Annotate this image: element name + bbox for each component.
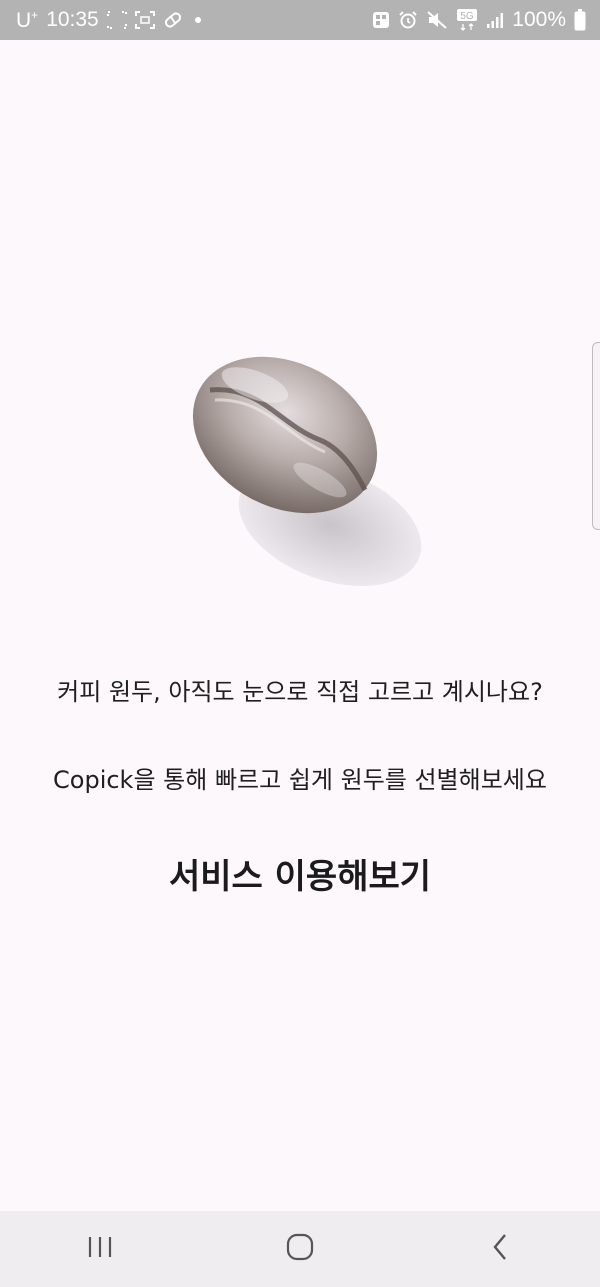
back-icon [491, 1233, 509, 1265]
signal-icon [486, 11, 504, 29]
status-bar-right: 5G 100% [372, 8, 586, 32]
edge-panel-handle[interactable] [592, 342, 600, 530]
start-service-button[interactable]: 서비스 이용해보기 [100, 843, 500, 903]
navigation-bar [0, 1211, 600, 1287]
home-icon [286, 1233, 314, 1265]
network-label: 5G [461, 11, 475, 22]
back-button[interactable] [460, 1219, 540, 1279]
recent-apps-icon [87, 1235, 113, 1263]
alarm-icon [398, 10, 418, 30]
intro-line-2: Copick을 통해 빠르고 쉽게 원두를 선별해보세요 [53, 766, 547, 794]
5g-icon: 5G [456, 8, 478, 32]
intro-line-1: 커피 원두, 아직도 눈으로 직접 고르고 계시나요? [57, 678, 543, 706]
battery-percentage: 100% [512, 8, 566, 31]
status-bar-left: U+ 10:35 [16, 8, 201, 33]
carrier-sup: + [31, 7, 39, 22]
recent-apps-button[interactable] [60, 1219, 140, 1279]
home-button[interactable] [260, 1219, 340, 1279]
screen-record-icon [134, 11, 155, 29]
screenshot-icon [106, 11, 127, 29]
pill-icon [163, 10, 183, 30]
battery-icon [574, 9, 586, 31]
mute-icon [426, 10, 448, 30]
carrier-label: U+ [16, 8, 38, 33]
gallery-icon [372, 11, 390, 29]
status-bar: U+ 10:35 5G 100% [0, 0, 600, 40]
clock: 10:35 [46, 8, 99, 31]
carrier-text: U [16, 8, 32, 32]
notification-dot [194, 17, 201, 23]
coffee-bean-image [170, 330, 440, 600]
